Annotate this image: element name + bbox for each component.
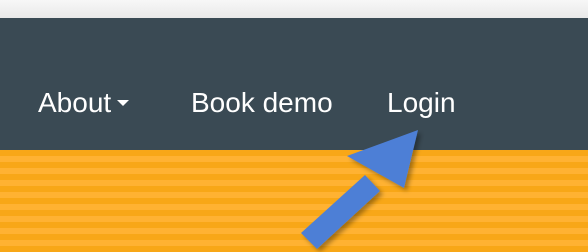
browser-top-strip (0, 0, 588, 19)
nav-about-label: About (38, 87, 112, 118)
nav-about-dropdown[interactable]: About (38, 86, 130, 120)
nav-login-link[interactable]: Login (387, 86, 456, 120)
site-navbar: About Book demo Login (0, 18, 588, 150)
hero-banner (0, 150, 588, 252)
nav-book-demo-link[interactable]: Book demo (191, 86, 333, 120)
nav-book-demo-label: Book demo (191, 87, 333, 118)
caret-down-icon (117, 99, 130, 106)
nav-login-label: Login (387, 87, 456, 118)
